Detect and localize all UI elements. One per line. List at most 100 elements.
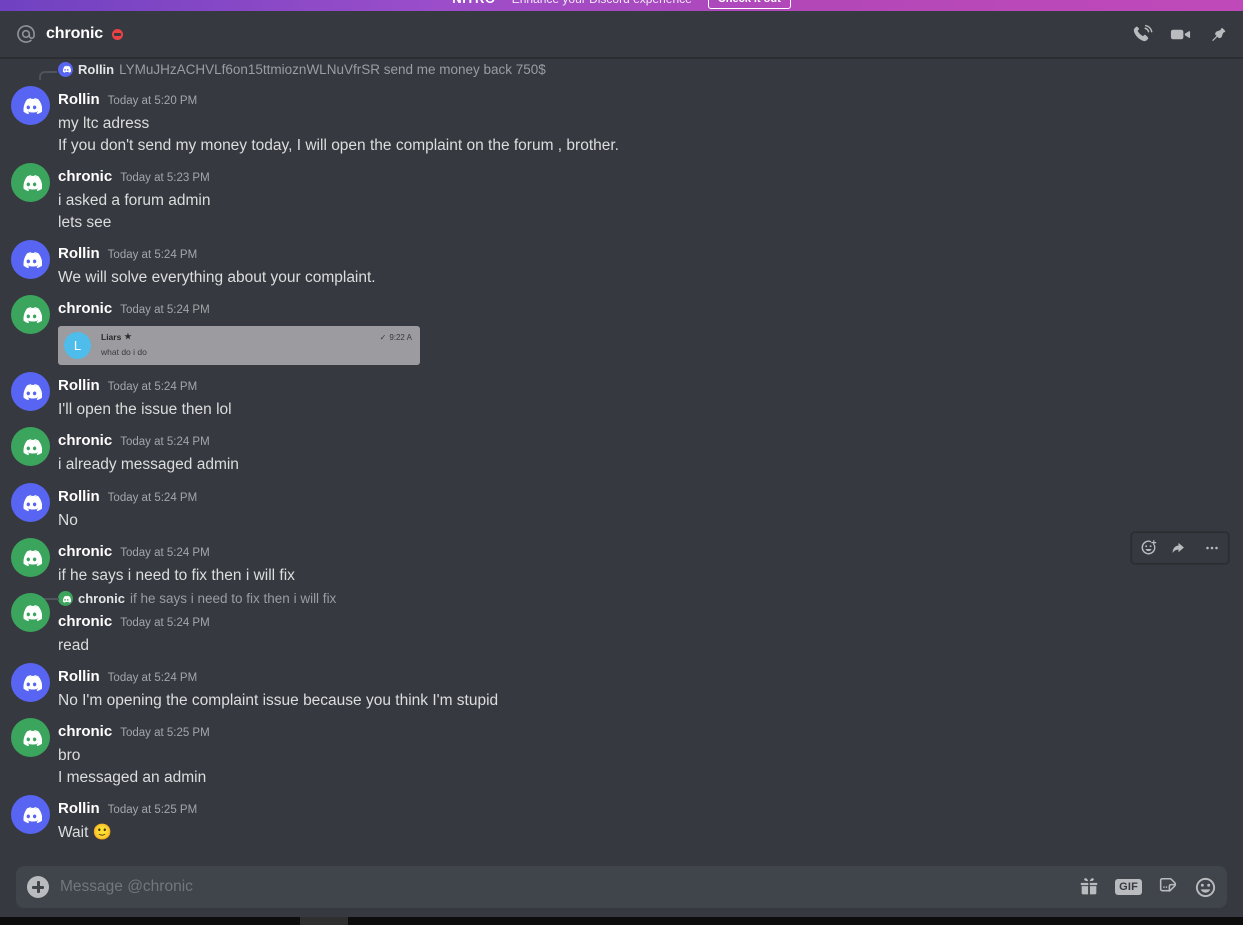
message-group[interactable]: chronic Today at 5:23 PM i asked a forum a… — [0, 157, 1243, 234]
reply-preview-text: if he says i need to fix then i will fix — [129, 591, 337, 607]
gif-label: GIF — [1115, 878, 1142, 896]
gift-icon[interactable] — [1078, 876, 1100, 898]
message-timestamp: Today at 5:24 PM — [120, 436, 210, 449]
message-header: chronic Today at 5:24 PM — [58, 430, 1195, 453]
sticker-icon[interactable] — [1157, 876, 1179, 898]
avatar[interactable] — [11, 537, 50, 577]
reply-author[interactable]: Rollin — [78, 62, 114, 77]
message-author[interactable]: Rollin — [58, 486, 100, 508]
emoji-icon[interactable] — [1194, 876, 1217, 899]
message-author[interactable]: chronic — [58, 611, 112, 633]
avatar[interactable] — [11, 163, 50, 203]
message-text: I'll open the issue then lol — [58, 401, 232, 419]
discord-window: NITRO Enhance your Discord experience Ch… — [0, 0, 1243, 925]
avatar[interactable] — [11, 795, 50, 835]
message-header: chronic Today at 5:23 PM — [58, 166, 1195, 189]
voice-call-icon[interactable] — [1132, 24, 1153, 45]
reply-reference[interactable]: chronic if he says i need to fix then i w… — [39, 589, 1195, 609]
attachment-time: 9:22 A — [389, 333, 412, 343]
message-author[interactable]: chronic — [58, 430, 112, 452]
message-group[interactable]: chronic Today at 5:24 PM L Liars ★ what do i … — [0, 289, 1243, 366]
avatar[interactable] — [11, 482, 50, 522]
message-author[interactable]: chronic — [58, 298, 112, 320]
message-timestamp: Today at 5:24 PM — [107, 491, 198, 504]
pinned-messages-icon[interactable] — [1208, 24, 1229, 45]
avatar[interactable] — [11, 592, 50, 632]
reply-avatar — [58, 591, 73, 607]
image-attachment[interactable]: L Liars ★ what do i do ✓ 9:22 A — [58, 326, 420, 366]
message-header: Rollin Today at 5:24 PM — [58, 486, 1195, 509]
reply-author[interactable]: chronic — [78, 591, 125, 606]
avatar[interactable] — [11, 240, 50, 280]
composer-actions: GIF — [1078, 876, 1217, 899]
reply-spine-icon — [39, 71, 57, 80]
avatar[interactable] — [11, 427, 50, 467]
os-taskbar-highlight — [300, 917, 348, 925]
message-group[interactable]: Rollin Today at 5:24 PM No — [0, 477, 1243, 532]
message-input[interactable] — [60, 878, 1079, 896]
read-check-icon: ✓ — [379, 333, 387, 343]
message-text: i already messaged admin — [58, 456, 239, 474]
video-call-icon[interactable] — [1169, 23, 1192, 46]
message-group[interactable]: chronic Today at 5:24 PM if he says i need… — [0, 531, 1243, 587]
message-author[interactable]: chronic — [58, 721, 112, 743]
message-header: Rollin Today at 5:24 PM — [58, 243, 1195, 266]
message-list[interactable]: Rollin LYMuJHzACHVLf6on15ttmioznWLNuVfrS… — [0, 58, 1243, 882]
message-author[interactable]: chronic — [58, 166, 112, 188]
attachment-meta: ✓ 9:22 A — [380, 333, 412, 342]
message-author[interactable]: Rollin — [58, 375, 100, 397]
message-timestamp: Today at 5:24 PM — [107, 249, 198, 262]
message-group[interactable]: Rollin Today at 5:24 PM We will solve ever… — [0, 234, 1243, 289]
message-group[interactable]: Rollin Today at 5:25 PM Wait 🙂 — [0, 789, 1243, 844]
message-header: Rollin Today at 5:20 PM — [58, 89, 1195, 112]
message-timestamp: Today at 5:24 PM — [120, 304, 210, 317]
message-group[interactable]: chronic Today at 5:25 PM bro I messaged an … — [0, 712, 1243, 789]
nitro-promo-banner[interactable]: NITRO Enhance your Discord experience Ch… — [0, 0, 1243, 11]
os-taskbar-strip — [0, 917, 1243, 925]
message-author[interactable]: Rollin — [58, 798, 100, 820]
message-author[interactable]: chronic — [58, 541, 112, 563]
message-text: No — [58, 511, 78, 529]
message-timestamp: Today at 5:25 PM — [107, 804, 198, 817]
message-timestamp: Today at 5:24 PM — [107, 381, 198, 394]
avatar[interactable] — [11, 662, 50, 702]
at-icon — [14, 22, 38, 46]
message-group[interactable]: Rollin Today at 5:24 PM I'll open the issu… — [0, 366, 1243, 421]
message-author[interactable]: Rollin — [58, 243, 100, 265]
add-attachment-button[interactable] — [16, 866, 60, 908]
gif-icon[interactable]: GIF — [1115, 878, 1142, 896]
avatar[interactable] — [11, 717, 50, 757]
message-timestamp: Today at 5:24 PM — [120, 546, 210, 559]
message-group[interactable]: chronic Today at 5:24 PM i already message… — [0, 421, 1243, 476]
message-text: No I'm opening the complaint issue becau… — [58, 691, 499, 709]
message-group[interactable]: Rollin Today at 5:20 PM my ltc adress If yo… — [0, 80, 1243, 157]
message-text: i asked a forum admin — [58, 192, 211, 210]
message-timestamp: Today at 5:24 PM — [120, 616, 210, 629]
more-options-icon[interactable] — [1196, 533, 1228, 563]
message-group[interactable]: chronic if he says i need to fix then i w… — [0, 587, 1243, 657]
message-hover-toolbar[interactable] — [1131, 531, 1229, 564]
message-header: Rollin Today at 5:25 PM — [58, 798, 1195, 821]
plus-icon — [27, 876, 49, 898]
message-header: Rollin Today at 5:24 PM — [58, 666, 1195, 689]
message-text: my ltc adress — [58, 115, 150, 132]
scrolled-reply-reference[interactable]: Rollin LYMuJHzACHVLf6on15ttmioznWLNuVfrS… — [0, 58, 1243, 80]
nitro-check-it-out-button[interactable]: Check it out — [707, 0, 791, 9]
avatar[interactable] — [11, 372, 50, 412]
channel-header: chronic — [0, 11, 1243, 58]
add-reaction-icon[interactable] — [1132, 533, 1164, 563]
message-text: Wait 🙂 — [58, 824, 113, 842]
avatar[interactable] — [11, 86, 50, 125]
reply-icon[interactable] — [1164, 533, 1196, 563]
avatar[interactable] — [11, 295, 50, 335]
message-group[interactable]: Rollin Today at 5:24 PM No I'm opening the… — [0, 657, 1243, 712]
attachment-avatar: L — [64, 332, 91, 360]
message-author[interactable]: Rollin — [58, 666, 100, 688]
message-header: Rollin Today at 5:24 PM — [58, 375, 1195, 398]
message-header: chronic Today at 5:24 PM — [58, 611, 1195, 634]
nitro-subtitle: Enhance your Discord experience — [512, 0, 692, 6]
status-badge — [112, 28, 124, 40]
message-author[interactable]: Rollin — [58, 89, 100, 111]
attachment-preview-text: what do i do — [101, 346, 147, 357]
header-actions — [1132, 23, 1229, 46]
